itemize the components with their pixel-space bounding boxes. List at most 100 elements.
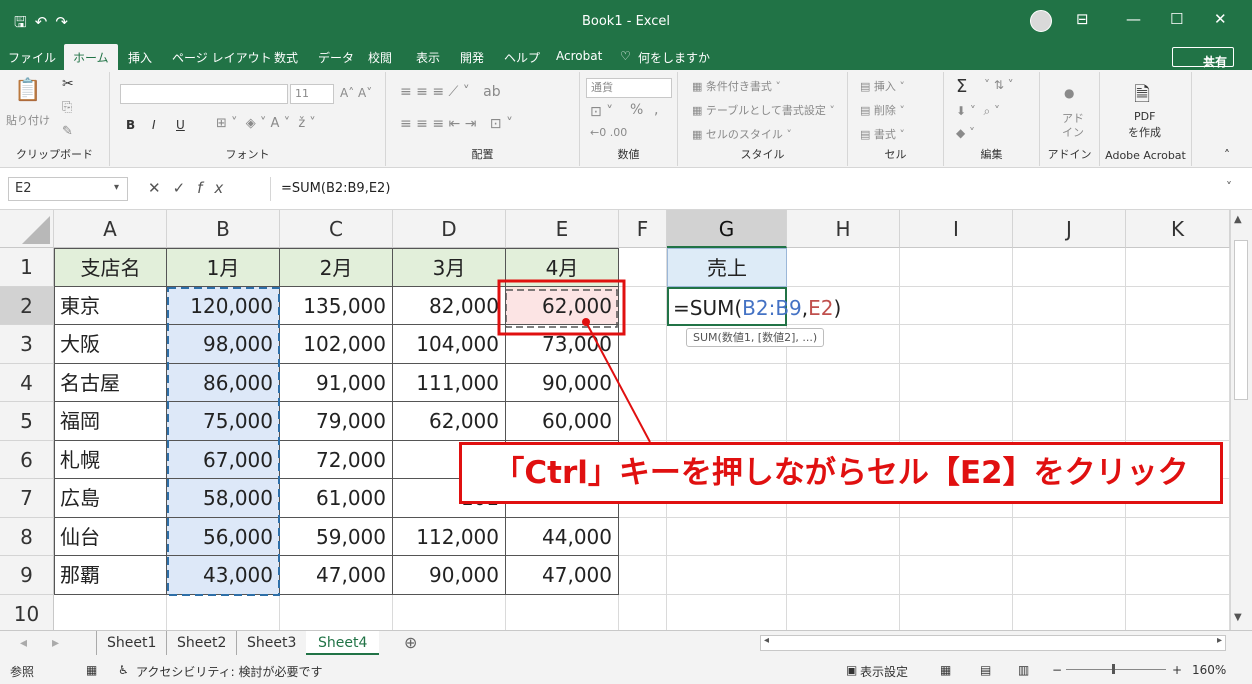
clear-icon[interactable]: ◆ ˅ [956, 126, 975, 140]
row-header-7[interactable]: 7 [0, 479, 54, 518]
cell-d2[interactable]: 82,000 [393, 286, 506, 325]
tab-file[interactable]: ファイル [8, 49, 56, 66]
tab-data[interactable]: データ [318, 49, 354, 66]
cell-f9[interactable] [619, 556, 667, 595]
cell-k2[interactable] [1126, 286, 1230, 325]
cell-k1[interactable] [1126, 248, 1230, 287]
cell-b7[interactable]: 58,000 [167, 479, 280, 518]
zoom-out-icon[interactable]: − [1052, 663, 1062, 677]
scroll-left-icon[interactable]: ◂ [764, 635, 769, 646]
cell-g8[interactable] [667, 517, 787, 556]
cell-g4[interactable] [667, 363, 787, 402]
column-header-d[interactable]: D [393, 210, 506, 248]
macro-record-icon[interactable]: ▦ [86, 663, 97, 677]
borders-icon[interactable]: ⊞ ˅ ◈ ˅ A ˅ ž ˅ [216, 116, 316, 131]
cell-c4[interactable]: 91,000 [280, 363, 393, 402]
vertical-scroll-thumb[interactable] [1234, 240, 1248, 400]
tab-acrobat[interactable]: Acrobat [556, 49, 602, 63]
row-header-9[interactable]: 9 [0, 556, 54, 595]
page-layout-view-icon[interactable]: ▤ [980, 663, 991, 677]
cell-a8[interactable]: 仙台 [54, 517, 167, 556]
cell-k3[interactable] [1126, 325, 1230, 364]
cell-a9[interactable]: 那覇 [54, 556, 167, 595]
tab-page-layout[interactable]: ページ レイアウト [172, 49, 272, 66]
cell-j4[interactable] [1013, 363, 1126, 402]
copy-icon[interactable]: ⎘ [62, 100, 72, 115]
cell-a6[interactable]: 札幌 [54, 440, 167, 479]
cell-g10[interactable] [667, 594, 787, 633]
cell-a10[interactable] [54, 594, 167, 633]
delete-cells-button[interactable]: ▤ 削除 ˅ [860, 102, 905, 118]
font-name-field[interactable] [120, 84, 288, 104]
cell-a5[interactable]: 福岡 [54, 402, 167, 441]
cell-f4[interactable] [619, 363, 667, 402]
sheet-tab-3[interactable]: Sheet3 [236, 631, 306, 655]
create-pdf-label-2[interactable]: を作成 [1128, 124, 1161, 140]
cell-e9[interactable]: 47,000 [506, 556, 619, 595]
cell-b4[interactable]: 86,000 [167, 363, 280, 402]
cell-i2[interactable] [900, 286, 1013, 325]
cell-e2[interactable]: 62,000 [506, 286, 619, 325]
format-painter-icon[interactable]: ✎ [62, 124, 73, 139]
format-as-table-button[interactable]: ▦ テーブルとして書式設定 ˅ [692, 102, 835, 118]
cell-f2[interactable] [619, 286, 667, 325]
cell-d5[interactable]: 62,000 [393, 402, 506, 441]
cell-i4[interactable] [900, 363, 1013, 402]
enter-icon[interactable]: ✓ [173, 179, 198, 197]
cell-f1[interactable] [619, 248, 667, 287]
column-header-j[interactable]: J [1013, 210, 1126, 248]
cell-c2[interactable]: 135,000 [280, 286, 393, 325]
column-header-e[interactable]: E [506, 210, 619, 248]
cell-b2[interactable]: 120,000 [167, 286, 280, 325]
name-box[interactable]: E2 [8, 177, 128, 201]
cell-j3[interactable] [1013, 325, 1126, 364]
cell-f10[interactable] [619, 594, 667, 633]
cell-k5[interactable] [1126, 402, 1230, 441]
scroll-up-icon[interactable]: ▲ [1234, 214, 1242, 225]
italic-button[interactable]: I [152, 118, 156, 132]
row-header-10[interactable]: 10 [0, 594, 54, 633]
tab-home[interactable]: ホーム [64, 44, 118, 72]
normal-view-icon[interactable]: ▦ [940, 663, 951, 677]
cell-styles-button[interactable]: ▦ セルのスタイル ˅ [692, 126, 792, 142]
cell-h10[interactable] [787, 594, 900, 633]
percent-button[interactable]: % [630, 102, 643, 118]
sheet-tab-1[interactable]: Sheet1 [96, 631, 166, 655]
tab-help[interactable]: ヘルプ [504, 49, 540, 66]
cell-h5[interactable] [787, 402, 900, 441]
cell-i8[interactable] [900, 517, 1013, 556]
cell-d10[interactable] [393, 594, 506, 633]
row-header-4[interactable]: 4 [0, 363, 54, 402]
column-header-i[interactable]: I [900, 210, 1013, 248]
tell-me-search[interactable]: 何をしますか [638, 49, 710, 66]
next-sheet-icon[interactable]: ▸ [52, 631, 59, 655]
cell-f3[interactable] [619, 325, 667, 364]
cell-c6[interactable]: 72,000 [280, 440, 393, 479]
cell-j8[interactable] [1013, 517, 1126, 556]
cell-j5[interactable] [1013, 402, 1126, 441]
cell-b8[interactable]: 56,000 [167, 517, 280, 556]
align-left-icons[interactable]: ≡ ≡ ≡ ⇤ ⇥ ⊡ ˅ [400, 116, 513, 132]
select-all-corner[interactable] [0, 210, 54, 248]
cell-i10[interactable] [900, 594, 1013, 633]
cell-h1[interactable] [787, 248, 900, 287]
cell-h4[interactable] [787, 363, 900, 402]
decimal-icons[interactable]: ←0 .00 [590, 126, 627, 139]
tab-developer[interactable]: 開発 [460, 49, 484, 66]
font-size-field[interactable]: 11 [290, 84, 334, 104]
cell-e8[interactable]: 44,000 [506, 517, 619, 556]
cell-c5[interactable]: 79,000 [280, 402, 393, 441]
cell-c7[interactable]: 61,000 [280, 479, 393, 518]
cell-g2[interactable]: =SUM(B2:B9,E2) [667, 287, 841, 326]
insert-cells-button[interactable]: ▤ 挿入 ˅ [860, 78, 905, 94]
cell-c10[interactable] [280, 594, 393, 633]
cut-icon[interactable]: ✂ [62, 76, 74, 92]
cell-b5[interactable]: 75,000 [167, 402, 280, 441]
tab-view[interactable]: 表示 [416, 49, 440, 66]
tab-review[interactable]: 校閲 [368, 49, 392, 66]
number-format-dropdown[interactable]: 通貨 [586, 78, 672, 98]
underline-button[interactable]: U [176, 118, 185, 132]
cell-b1[interactable]: 1月 [167, 248, 280, 287]
scroll-right-icon[interactable]: ▸ [1217, 635, 1222, 646]
cell-h8[interactable] [787, 517, 900, 556]
